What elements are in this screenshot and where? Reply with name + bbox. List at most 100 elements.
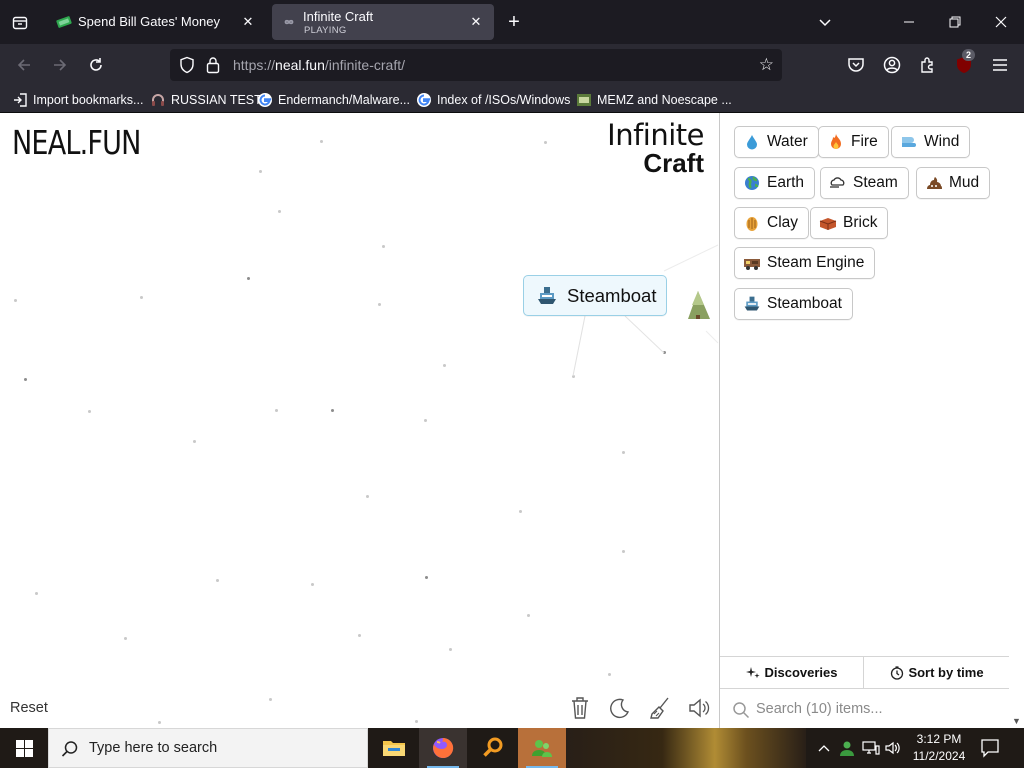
discoveries-button[interactable]: Discoveries [720, 657, 864, 689]
speaker-icon [689, 698, 710, 718]
steamboat-icon [743, 295, 761, 313]
network-tray-button[interactable] [862, 738, 880, 758]
infinite-craft-title: Infinite Craft [607, 118, 704, 178]
sidebar-controls: Discoveries Sort by time [720, 656, 1010, 728]
item-search-input[interactable] [756, 696, 996, 722]
google-icon [416, 92, 432, 108]
sidebar-item-steamboat[interactable]: Steamboat [734, 288, 853, 320]
taskbar-green-app[interactable] [518, 728, 566, 768]
list-all-tabs-button[interactable] [813, 10, 837, 34]
broom-icon [650, 697, 669, 719]
wind-icon [900, 133, 918, 151]
menu-button[interactable] [988, 53, 1012, 77]
dark-mode-button[interactable] [607, 695, 633, 721]
sidebar-item-steam-engine[interactable]: Steam Engine [734, 247, 876, 279]
ublock-extension-button[interactable]: 2 [952, 49, 976, 77]
page-scrollbar[interactable]: ▼ [1009, 113, 1024, 728]
forward-button[interactable] [47, 52, 73, 78]
account-icon [883, 56, 901, 74]
taskbar-search-app[interactable] [469, 728, 517, 768]
clock-time: 3:12 PM [916, 732, 962, 746]
thumbnail-icon [576, 92, 592, 108]
clay-icon [743, 214, 761, 232]
sidebar-item-water[interactable]: Water [734, 126, 819, 158]
chevron-down-icon [819, 19, 831, 27]
bookmark-import[interactable]: Import bookmarks... [12, 90, 143, 110]
new-tab-button[interactable]: + [503, 11, 525, 33]
extensions-button[interactable] [916, 53, 940, 77]
item-label: Mud [949, 174, 980, 191]
chevron-up-icon [818, 745, 830, 752]
person-green-icon [840, 741, 854, 756]
bookmark-russian-test[interactable]: RUSSIAN TEST [150, 90, 262, 110]
reload-icon [90, 58, 102, 71]
scroll-down-arrow-icon[interactable]: ▼ [1012, 716, 1021, 726]
taskbar-search-box[interactable]: Type here to search [48, 728, 368, 768]
reset-button[interactable]: Reset [10, 700, 48, 716]
navigation-toolbar: https://neal.fun/infinite-craft/ ☆ 2 [0, 44, 1024, 86]
tab-title: Spend Bill Gates' Money [78, 14, 220, 29]
close-tab-button[interactable]: ✕ [466, 12, 486, 32]
arrow-right-icon [54, 59, 67, 71]
sound-button[interactable] [686, 695, 712, 721]
back-button[interactable] [11, 52, 37, 78]
close-window-button[interactable] [989, 10, 1013, 34]
firefox-view-button[interactable] [6, 9, 34, 37]
sidebar-item-brick[interactable]: Brick [810, 207, 889, 239]
clean-up-button[interactable] [647, 695, 673, 721]
item-label: Steam [853, 174, 898, 191]
notification-icon [981, 739, 999, 758]
url-text: https://neal.fun/infinite-craft/ [233, 57, 405, 73]
sidebar-item-earth[interactable]: Earth [734, 167, 816, 199]
import-icon [12, 92, 28, 108]
minimize-button[interactable] [897, 10, 921, 34]
sidebar-item-wind[interactable]: Wind [891, 126, 971, 158]
canvas-element-steamboat[interactable]: Steamboat [523, 275, 668, 316]
account-button[interactable] [880, 53, 904, 77]
sparkle-icon [745, 666, 760, 678]
sidebar-item-clay[interactable]: Clay [734, 207, 810, 239]
close-tab-button[interactable]: ✕ [238, 12, 258, 32]
sort-by-time-button[interactable]: Sort by time [864, 657, 1010, 689]
taskbar-file-explorer[interactable] [370, 728, 418, 768]
item-label: Fire [851, 133, 878, 150]
google-icon [257, 92, 273, 108]
tab-infinite-craft[interactable]: Infinite Craft PLAYING ✕ [272, 4, 494, 40]
pocket-button[interactable] [844, 53, 868, 77]
item-label: Clay [767, 214, 799, 231]
taskbar-wallpaper-area [566, 728, 806, 768]
moon-icon [610, 698, 630, 719]
bookmark-index-of-isos-windows[interactable]: Index of /ISOs/Windows [416, 90, 570, 110]
bookmark-endermanch-malware[interactable]: Endermanch/Malware... [257, 90, 410, 110]
sidebar-item-mud[interactable]: Mud [916, 167, 991, 199]
brick-icon [819, 214, 837, 232]
bookmark-label: RUSSIAN TEST [171, 93, 262, 107]
start-button[interactable] [0, 728, 48, 768]
show-hidden-icons-button[interactable] [815, 738, 833, 758]
clock-icon [891, 665, 904, 680]
neal-fun-logo[interactable]: NEAL.FUN [12, 123, 141, 162]
restore-button[interactable] [943, 10, 967, 34]
crafting-canvas[interactable]: NEAL.FUN Infinite Craft Steamboat Reset [0, 113, 720, 728]
taskbar-clock[interactable]: 3:12 PM 11/2/2024 [903, 731, 975, 765]
notification-center-button[interactable] [980, 738, 1002, 758]
address-bar[interactable]: https://neal.fun/infinite-craft/ ☆ [170, 49, 782, 81]
close-icon [995, 16, 1007, 28]
reload-button[interactable] [83, 52, 109, 78]
shield-icon [180, 56, 194, 74]
sidebar-item-fire[interactable]: Fire [818, 126, 889, 158]
tab-spend-bill-gates-money[interactable]: Spend Bill Gates' Money ✕ [44, 4, 266, 40]
item-label: Wind [924, 133, 960, 150]
connection-lines [572, 244, 719, 377]
volume-tray-button[interactable] [884, 738, 902, 758]
tray-user-app[interactable] [838, 738, 856, 758]
bookmark-memz-noescape[interactable]: MEMZ and Noescape ... [576, 90, 732, 110]
item-label: Water [767, 133, 808, 150]
sidebar-item-steam[interactable]: Steam [820, 167, 909, 199]
bookmark-label: Import bookmarks... [33, 93, 144, 107]
taskbar-firefox[interactable] [419, 728, 467, 768]
tree-icon[interactable] [686, 289, 712, 321]
bookmark-star-icon[interactable]: ☆ [759, 55, 774, 75]
clear-canvas-button[interactable] [567, 695, 593, 721]
infinite-craft-page: NEAL.FUN Infinite Craft Steamboat Reset [0, 113, 1024, 728]
